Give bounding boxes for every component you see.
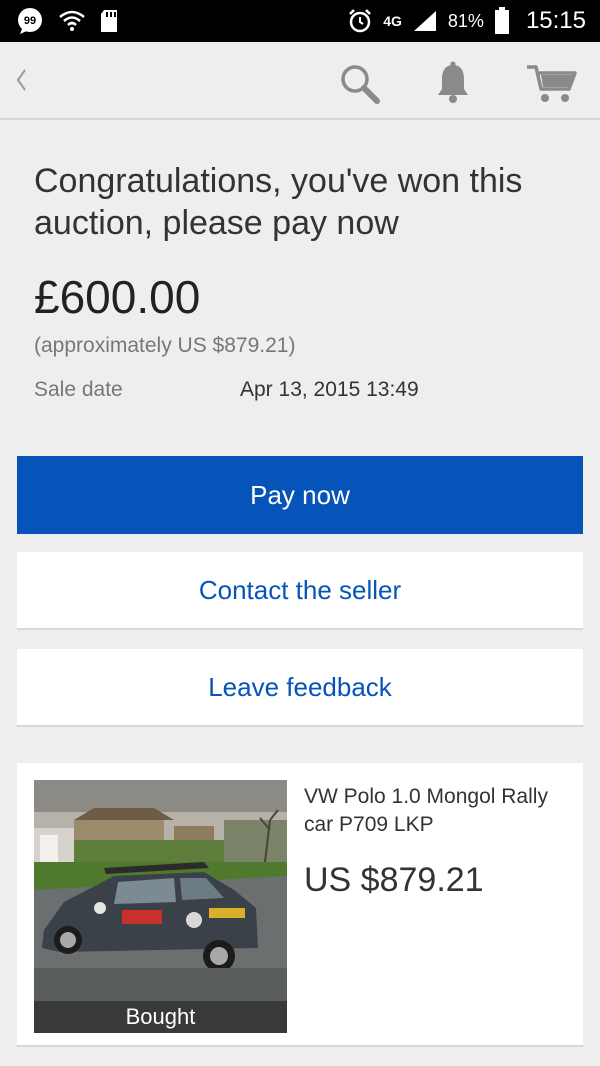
item-thumbnail[interactable]: Bought — [34, 780, 287, 1033]
battery-percent: 81% — [447, 10, 484, 31]
wifi-icon — [58, 9, 86, 33]
sale-date-value: Apr 13, 2015 13:49 — [240, 378, 419, 401]
clock-time: 15:15 — [525, 7, 586, 34]
search-icon[interactable] — [336, 60, 382, 106]
battery-icon — [494, 7, 510, 35]
pay-now-button[interactable]: Pay now — [17, 456, 583, 534]
bell-icon[interactable] — [430, 60, 476, 106]
status-bar-right: 4G 81% 15:15 — [347, 7, 586, 35]
page-title: Congratulations, you've won this auction… — [34, 162, 523, 242]
signal-icon — [412, 9, 438, 33]
winning-price: £600.00 — [34, 271, 201, 323]
item-card[interactable]: Bought VW Polo 1.0 Mongol Rally car P709… — [17, 763, 583, 1047]
status-bar-left: 99 — [16, 7, 118, 35]
sd-card-icon — [100, 9, 118, 33]
top-nav-bar — [0, 42, 600, 120]
back-icon[interactable] — [6, 60, 36, 100]
approximate-price: (approximately US $879.21) — [34, 334, 296, 357]
cart-icon[interactable] — [524, 60, 580, 106]
chat-icon: 99 — [16, 7, 44, 35]
contact-seller-button[interactable]: Contact the seller — [17, 552, 583, 630]
leave-feedback-button[interactable]: Leave feedback — [17, 649, 583, 727]
car-photo — [34, 780, 287, 1033]
network-type: 4G — [383, 13, 402, 29]
sale-date-label: Sale date — [34, 378, 123, 401]
bought-label: Bought — [34, 1001, 287, 1033]
svg-text:99: 99 — [24, 15, 36, 27]
alarm-icon — [347, 8, 373, 34]
item-price: US $879.21 — [304, 861, 484, 899]
status-bar: 99 4G 81% 15:15 — [0, 0, 600, 42]
item-title[interactable]: VW Polo 1.0 Mongol Rally car P709 LKP — [304, 783, 564, 839]
